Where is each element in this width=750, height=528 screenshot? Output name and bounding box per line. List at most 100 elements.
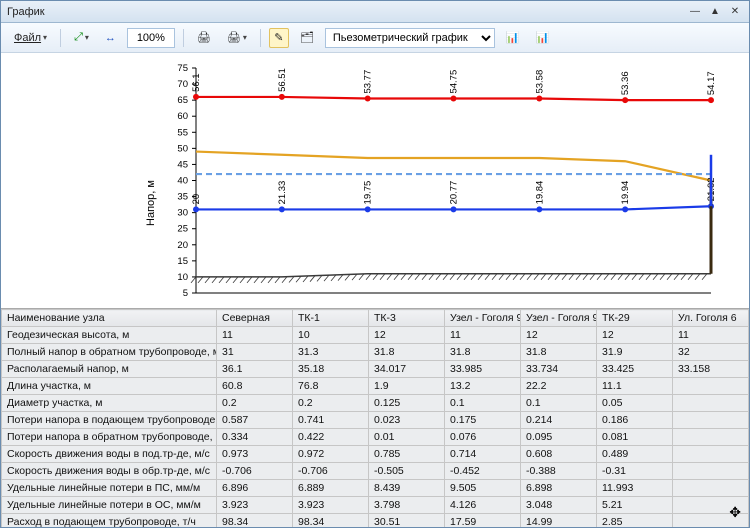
table-cell: 11 (217, 327, 293, 344)
table-row: Длина участка, м60.876.81.913.222.211.1 (2, 378, 749, 395)
row-label: Потери напора в обратном трубопроводе, м (2, 429, 217, 446)
table-header-first: Наименование узла (2, 310, 217, 327)
svg-text:21.33: 21.33 (277, 181, 288, 205)
svg-text:5: 5 (183, 288, 188, 299)
table-cell: 0.214 (521, 412, 597, 429)
table-cell: 30.51 (369, 514, 445, 528)
svg-text:56.1: 56.1 (191, 73, 202, 92)
row-label: Удельные линейные потери в ПС, мм/м (2, 480, 217, 497)
svg-text:54.17: 54.17 (706, 71, 717, 95)
table-cell: 9.505 (445, 480, 521, 497)
minimize-icon[interactable]: — (687, 5, 703, 19)
edit-icon[interactable]: ✎ (269, 28, 289, 48)
svg-text:20: 20 (191, 194, 202, 205)
fit-icon[interactable]: ⤢▾ (69, 28, 94, 48)
fit-width-icon[interactable]: ↔ (100, 28, 121, 48)
table-cell: 0.1 (445, 395, 521, 412)
maximize-icon[interactable]: ▲ (707, 5, 723, 19)
table-cell: 35.18 (293, 361, 369, 378)
table-cell: 1.9 (369, 378, 445, 395)
table-cell: 33.734 (521, 361, 597, 378)
table-cell: -0.452 (445, 463, 521, 480)
table-cell: 33.158 (673, 361, 749, 378)
table-cell: 0.741 (293, 412, 369, 429)
table-row: Диаметр участка, м0.20.20.1250.10.10.05 (2, 395, 749, 412)
svg-text:70: 70 (177, 79, 188, 90)
svg-text:50: 50 (177, 143, 188, 154)
svg-text:54.75: 54.75 (449, 70, 460, 94)
table-cell: 60.8 (217, 378, 293, 395)
table-cell: 0.334 (217, 429, 293, 446)
remove-chart-icon[interactable]: 📊 (531, 28, 555, 48)
table-cell: 11 (445, 327, 521, 344)
svg-text:15: 15 (177, 256, 188, 267)
row-label: Располагаемый напор, м (2, 361, 217, 378)
print-preview-icon[interactable]: 🖨▾ (222, 28, 252, 48)
svg-text:20.77: 20.77 (449, 181, 460, 205)
row-label: Длина участка, м (2, 378, 217, 395)
table-header: ТК-3 (369, 310, 445, 327)
table-row: Полный напор в обратном трубопроводе, м3… (2, 344, 749, 361)
svg-text:56.51: 56.51 (277, 68, 288, 92)
svg-text:65: 65 (177, 95, 188, 106)
table-cell: 31.8 (445, 344, 521, 361)
table-cell: 6.898 (521, 480, 597, 497)
row-label: Удельные линейные потери в ОС, мм/м (2, 497, 217, 514)
table-cell: 0.422 (293, 429, 369, 446)
table-cell: 34.017 (369, 361, 445, 378)
table-cell: 31 (217, 344, 293, 361)
table-cell: 0.095 (521, 429, 597, 446)
table-cell: 98.34 (293, 514, 369, 528)
table-cell: 0.023 (369, 412, 445, 429)
table-cell: 6.889 (293, 480, 369, 497)
row-label: Полный напор в обратном трубопроводе, м (2, 344, 217, 361)
table-cell: 12 (597, 327, 673, 344)
chevron-down-icon: ▾ (243, 33, 247, 42)
table-cell: 76.8 (293, 378, 369, 395)
table-cell: 0.608 (521, 446, 597, 463)
cursor-icon: ✥ (729, 504, 741, 521)
window-title: График (7, 6, 683, 18)
table-cell: 3.923 (293, 497, 369, 514)
table-row: Геодезическая высота, м11101211121211 (2, 327, 749, 344)
table-cell: 0.972 (293, 446, 369, 463)
row-label: Скорость движения воды в под.тр-де, м/с (2, 446, 217, 463)
zoom-input[interactable] (127, 28, 175, 48)
table-cell: -0.388 (521, 463, 597, 480)
table-cell: 32 (673, 344, 749, 361)
table-cell: 0.125 (369, 395, 445, 412)
table-header: ТК-29 (597, 310, 673, 327)
table-cell: 36.1 (217, 361, 293, 378)
table-cell: 98.34 (217, 514, 293, 528)
table-cell (673, 378, 749, 395)
table-row: Скорость движения воды в под.тр-де, м/с 0… (2, 446, 749, 463)
settings-icon[interactable]: 🗂 (295, 28, 319, 48)
file-menu[interactable]: Файл ▾ (9, 28, 52, 48)
table-cell: 0.587 (217, 412, 293, 429)
table-cell: 31.8 (521, 344, 597, 361)
add-chart-icon[interactable]: 📊 (501, 28, 525, 48)
svg-text:55: 55 (177, 127, 188, 138)
table-cell: 11.993 (597, 480, 673, 497)
table-header: Северная (217, 310, 293, 327)
table-cell: 17.59 (445, 514, 521, 528)
table-cell: 12 (369, 327, 445, 344)
chart-type-select[interactable]: Пьезометрический график (325, 28, 495, 48)
table-row: Удельные линейные потери в ПС, мм/м6.896… (2, 480, 749, 497)
table-row: Потери напора в обратном трубопроводе, м… (2, 429, 749, 446)
table-cell: 6.896 (217, 480, 293, 497)
table-cell (673, 429, 749, 446)
table-cell: 0.2 (217, 395, 293, 412)
table-cell: 0.081 (597, 429, 673, 446)
svg-text:45: 45 (177, 159, 188, 170)
table-cell: 0.01 (369, 429, 445, 446)
row-label: Потери напора в подающем трубопроводе, м (2, 412, 217, 429)
table-cell (673, 463, 749, 480)
table-cell: 22.2 (521, 378, 597, 395)
row-label: Диаметр участка, м (2, 395, 217, 412)
close-icon[interactable]: ✕ (727, 5, 743, 19)
table-cell: -0.505 (369, 463, 445, 480)
table-cell: 31.9 (597, 344, 673, 361)
print-icon[interactable]: 🖨 (192, 28, 216, 48)
table-cell: 0.1 (521, 395, 597, 412)
